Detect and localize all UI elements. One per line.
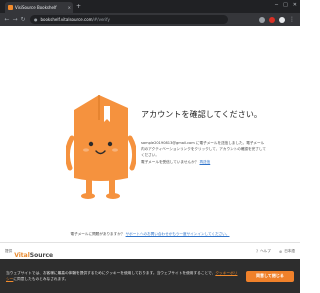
globe-icon: ⊕ [278, 248, 283, 254]
lock-icon: ● [34, 17, 38, 22]
language-label: 日本語 [284, 248, 295, 253]
tab-close-icon[interactable]: × [68, 5, 71, 10]
new-tab-icon[interactable]: + [76, 3, 81, 11]
help-icon: ? [255, 248, 259, 254]
url-text: bookshelf.vitalsource.com/#/verify [41, 17, 110, 22]
book-mascot-illustration [66, 95, 136, 199]
close-window-icon[interactable]: ✕ [293, 2, 297, 9]
url-path: /#/verify [92, 17, 110, 22]
browser-tab-strip: VisiSource Bookshelf × + ─ □ ✕ [0, 0, 300, 13]
tab-title: VisiSource Bookshelf [15, 5, 57, 10]
cookie-text-before: 当ウェブサイトでは、お客様に最高の体験を提供するためにクッキーを使用しております… [6, 271, 216, 275]
minimize-icon[interactable]: ─ [275, 2, 278, 9]
cookie-text-after: に同意したものとみなされます。 [13, 277, 69, 281]
support-link[interactable]: サポートへのお問い合わせかもう一度サインインしてください。 [126, 232, 230, 236]
accept-cookies-button[interactable]: 同意して閉じる [246, 270, 294, 282]
cookie-banner: 当ウェブサイトでは、お客様に最高の体験を提供するためにクッキーを使用しております… [0, 259, 300, 293]
help-prompt: 電子メールに問題がありますか？ [70, 232, 125, 236]
reload-icon[interactable]: ↻ [19, 16, 27, 24]
forward-icon[interactable]: → [11, 16, 19, 24]
maximize-icon[interactable]: □ [283, 2, 288, 9]
user-email: sample20190813@gmail.com [141, 141, 195, 145]
address-bar[interactable]: ● bookshelf.vitalsource.com/#/verify [30, 15, 228, 24]
browser-menu-icon[interactable]: ⋮ [289, 16, 295, 24]
favicon-icon [8, 5, 13, 10]
extension-icon[interactable] [269, 16, 275, 23]
footer-links: ? ヘルプ ⊕ 日本語 [256, 249, 295, 254]
help-link[interactable]: ? ヘルプ [256, 249, 271, 254]
logo-part-source: Source [29, 251, 54, 259]
window-controls: ─ □ ✕ [275, 2, 297, 9]
url-host: bookshelf.vitalsource.com [40, 17, 93, 22]
browser-toolbar: ← → ↻ ● bookshelf.vitalsource.com/#/veri… [0, 13, 300, 26]
powered-by-label: 提供 [5, 248, 13, 253]
cookie-message: 当ウェブサイトでは、お客様に最高の体験を提供するためにクッキーを使用しております… [6, 270, 238, 282]
extensions-area: ⋮ [259, 16, 297, 24]
browser-tab[interactable]: VisiSource Bookshelf × [5, 2, 73, 13]
language-selector[interactable]: ⊕ 日本語 [279, 249, 295, 254]
page-title: アカウントを確認してください。 [141, 110, 263, 119]
bookmark-star-icon[interactable] [259, 16, 265, 23]
back-icon[interactable]: ← [3, 16, 11, 24]
logo-part-vital: Vital [14, 251, 30, 259]
resend-row: 電子メールを受信していませんか？ 再送信 [141, 160, 281, 165]
help-row: 電子メールに問題がありますか？ サポートへのお問い合わせかもう一度サインインして… [0, 232, 300, 237]
help-label: ヘルプ [260, 248, 271, 253]
profile-icon[interactable] [279, 16, 285, 23]
page-footer: 提供 VitalSource ? ヘルプ ⊕ 日本語 [0, 243, 300, 259]
vitalsource-logo[interactable]: VitalSource [14, 242, 53, 261]
resend-prompt: 電子メールを受信していませんか？ [141, 160, 199, 164]
verification-message: sample20190813@gmail.com に電子メールを送信しました。電… [141, 140, 267, 158]
resend-link[interactable]: 再送信 [199, 160, 210, 164]
